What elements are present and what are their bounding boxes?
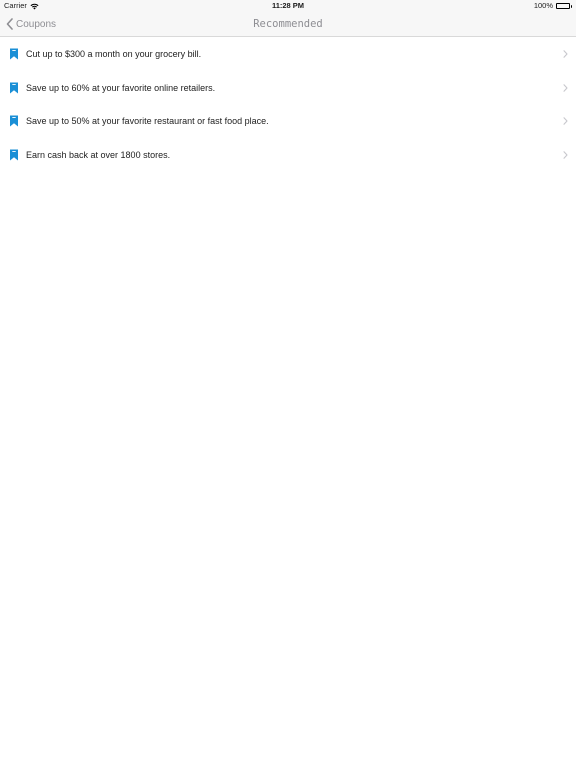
list-item-label: Earn cash back at over 1800 stores. bbox=[26, 149, 171, 160]
bookmark-icon bbox=[10, 48, 18, 60]
bookmark-icon bbox=[10, 149, 18, 161]
list-item-restaurants[interactable]: Save up to 50% at your favorite restaura… bbox=[0, 104, 576, 138]
chevron-right-icon bbox=[563, 50, 568, 58]
chevron-right-icon bbox=[563, 151, 568, 159]
app-screen: Carrier 11:28 PM 100% Coupons Recommende… bbox=[0, 0, 576, 768]
list-item-label: Cut up to $300 a month on your grocery b… bbox=[26, 48, 202, 59]
battery-percent: 100% bbox=[533, 1, 553, 10]
status-right: 100% bbox=[534, 0, 572, 12]
bookmark-icon bbox=[10, 115, 18, 127]
list-item-online-retailers[interactable]: Save up to 60% at your favorite online r… bbox=[0, 71, 576, 105]
navigation-bar: Coupons Recommended bbox=[0, 12, 576, 37]
list-item-grocery[interactable]: Cut up to $300 a month on your grocery b… bbox=[0, 37, 576, 71]
bookmark-icon bbox=[10, 82, 18, 94]
list-item-label: Save up to 50% at your favorite restaura… bbox=[26, 116, 269, 127]
list-item-cash-back[interactable]: Earn cash back at over 1800 stores. bbox=[0, 138, 576, 172]
page-title: Recommended bbox=[253, 18, 323, 30]
chevron-right-icon bbox=[563, 83, 568, 92]
recommended-list: Cut up to $300 a month on your grocery b… bbox=[0, 37, 576, 172]
chevron-right-icon bbox=[563, 117, 568, 125]
status-time: 11:28 PM bbox=[271, 1, 305, 10]
status-bar: Carrier 11:28 PM 100% bbox=[0, 0, 576, 12]
list-item-label: Save up to 60% at your favorite online r… bbox=[26, 82, 216, 93]
battery-icon bbox=[556, 3, 572, 9]
